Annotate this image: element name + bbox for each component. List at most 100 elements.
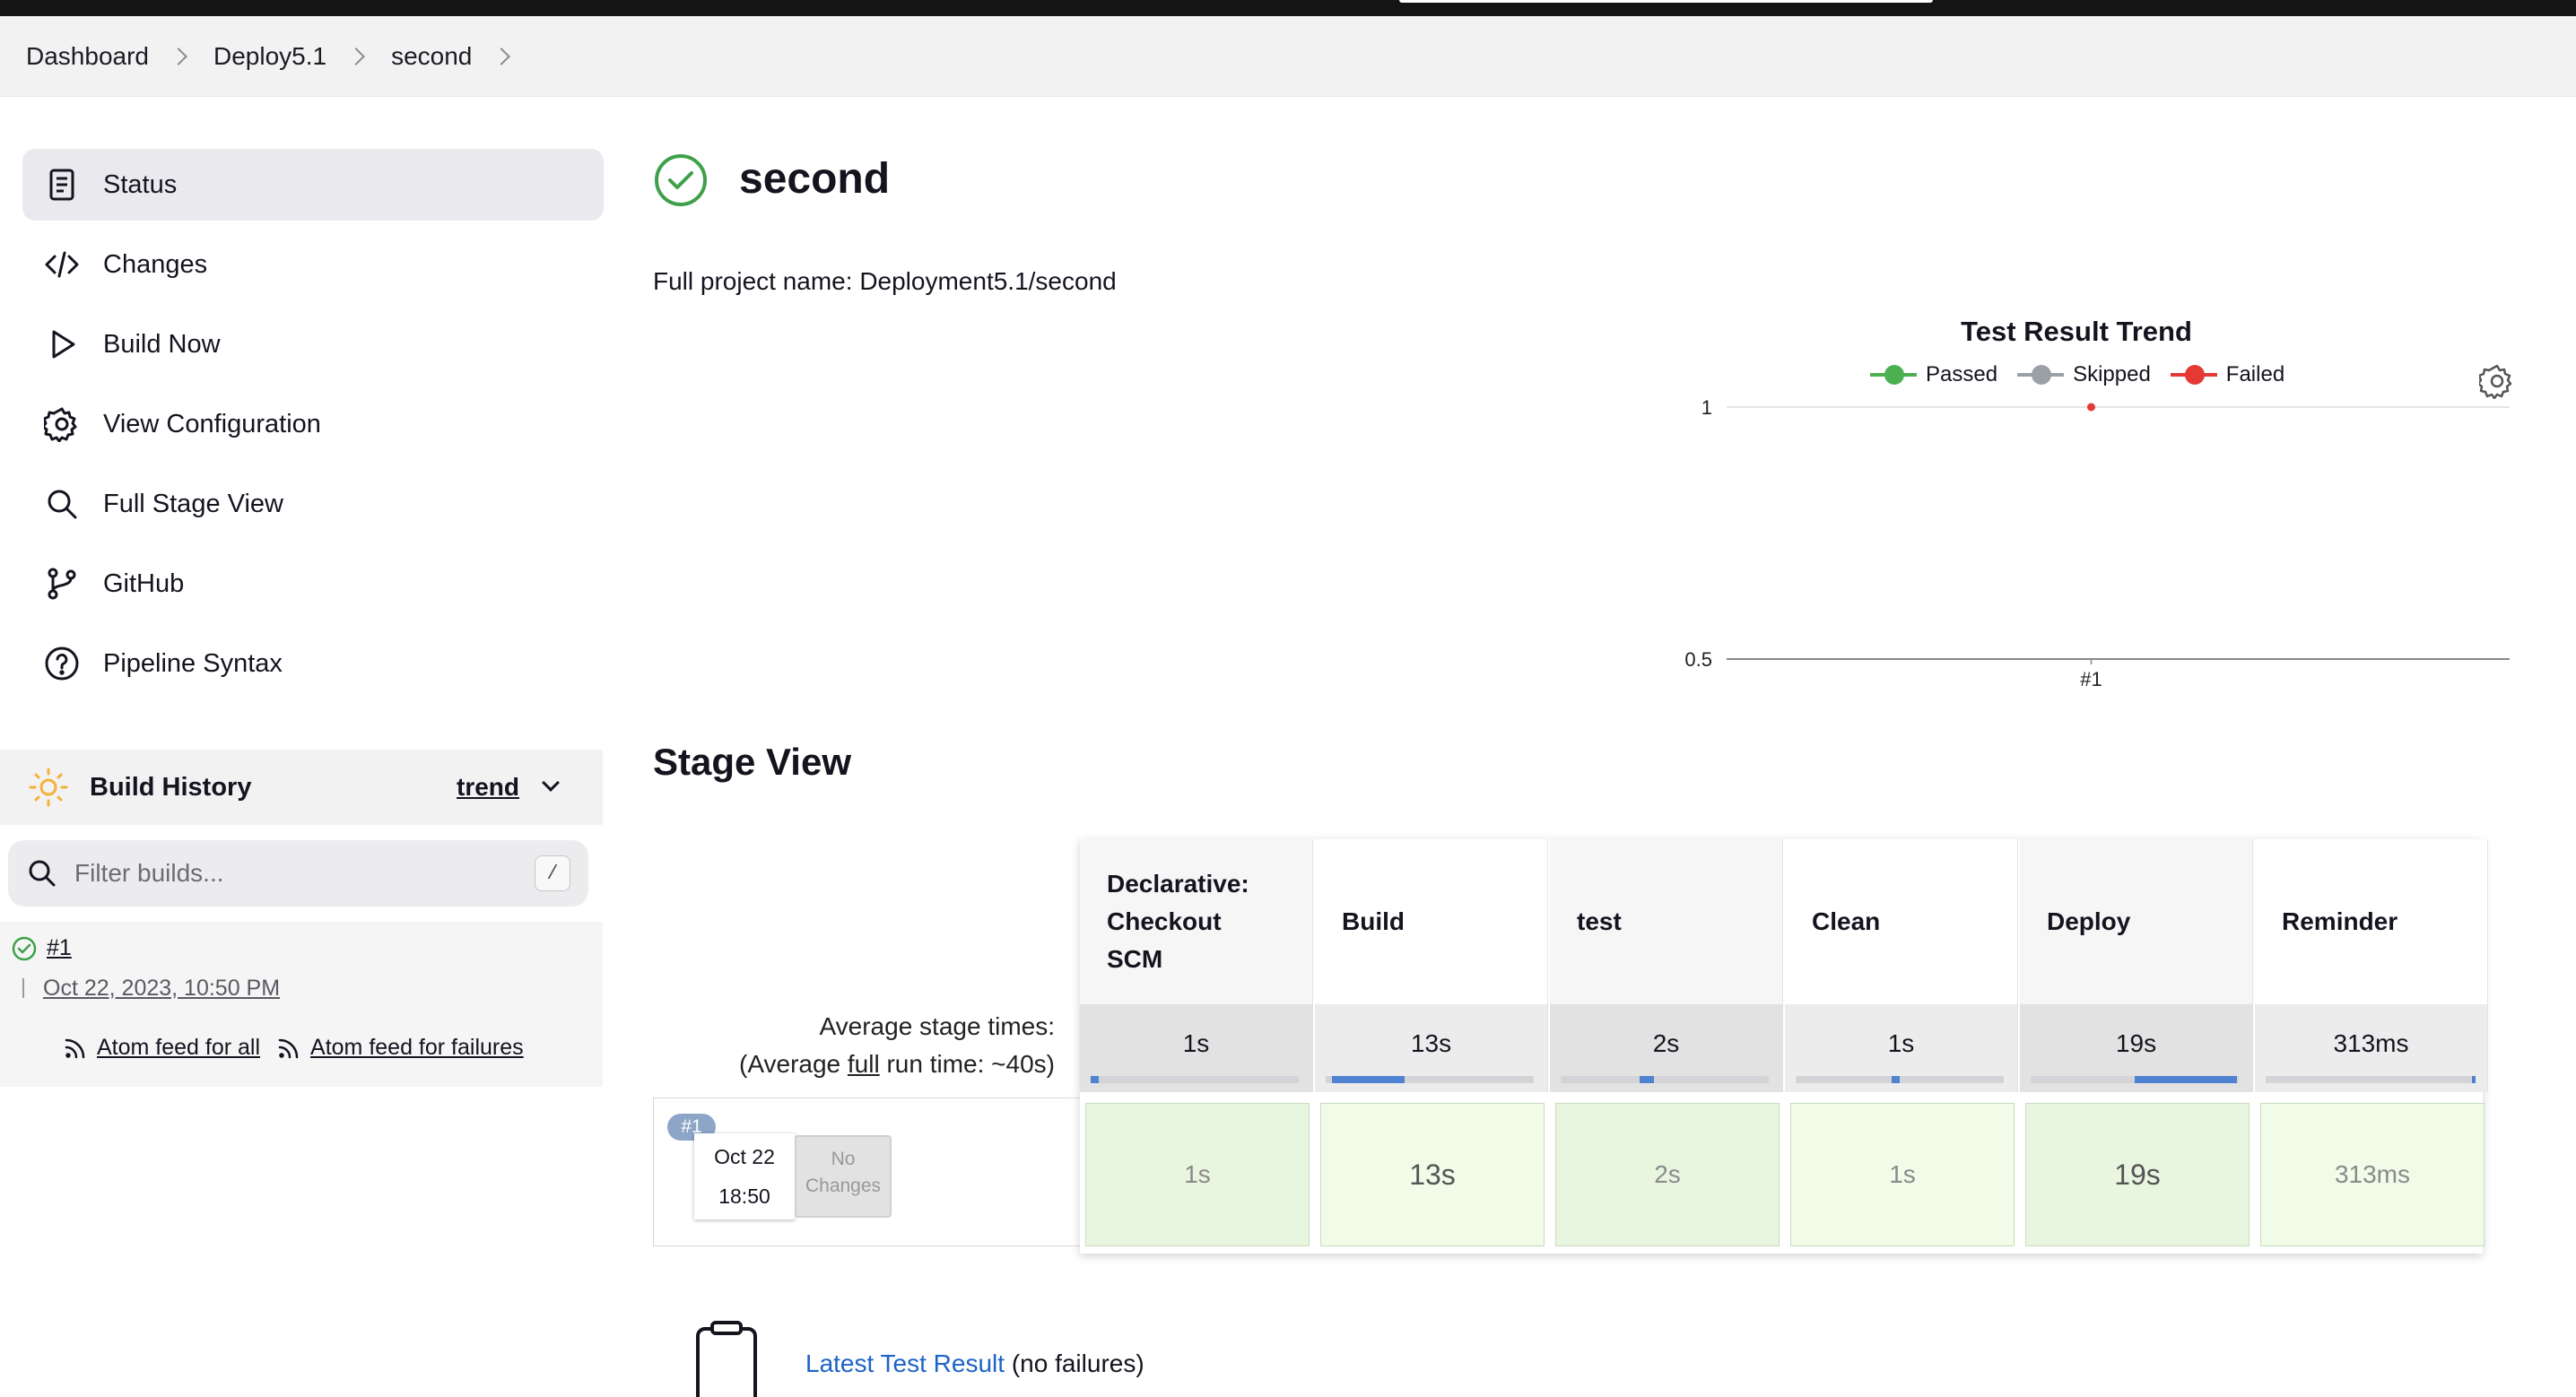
success-check-icon bbox=[12, 936, 37, 961]
chevron-right-icon[interactable] bbox=[170, 48, 187, 65]
stage-header: Build bbox=[1315, 839, 1548, 1004]
filter-builds-input[interactable] bbox=[74, 859, 505, 888]
breadcrumb-dashboard[interactable]: Dashboard bbox=[26, 42, 149, 71]
stage-average-time: 13s bbox=[1315, 1004, 1548, 1092]
breadcrumb-second[interactable]: second bbox=[391, 42, 472, 71]
stage-time-bar bbox=[2031, 1076, 2239, 1083]
chevron-right-icon[interactable] bbox=[347, 48, 365, 65]
git-branch-icon bbox=[42, 564, 82, 603]
legend-item-passed[interactable]: Passed bbox=[1870, 362, 1997, 387]
build-date-link[interactable]: Oct 22, 2023, 10:50 PM bbox=[43, 976, 280, 1002]
stage-header: Clean bbox=[1785, 839, 2018, 1004]
trend-link[interactable]: trend bbox=[457, 773, 519, 802]
help-circle-icon bbox=[42, 644, 82, 683]
sidebar-item-build-now[interactable]: Build Now bbox=[22, 308, 604, 380]
stage-header: Declarative: Checkout SCM bbox=[1080, 839, 1313, 1004]
sidebar-item-label: View Configuration bbox=[103, 409, 321, 438]
run-date-time: 18:50 bbox=[718, 1184, 770, 1208]
avg-label-line2: (Average full run time: ~40s) bbox=[653, 1046, 1055, 1083]
full-run-link[interactable]: full bbox=[848, 1050, 880, 1078]
stage-average-value: 19s bbox=[2115, 1029, 2157, 1057]
sidebar-item-changes[interactable]: Changes bbox=[22, 229, 604, 300]
chevron-down-icon[interactable] bbox=[542, 774, 560, 792]
search-icon bbox=[29, 860, 56, 887]
atom-feed-failures-link[interactable]: Atom feed for failures bbox=[276, 1035, 524, 1061]
stage-average-value: 1s bbox=[1182, 1029, 1210, 1057]
sidebar-item-label: Status bbox=[103, 169, 178, 199]
sidebar-item-full-stage-view[interactable]: Full Stage View bbox=[22, 468, 604, 540]
stage-average-value: 2s bbox=[1652, 1029, 1680, 1057]
atom-feed-all-link[interactable]: Atom feed for all bbox=[63, 1035, 260, 1061]
chart-legend: Passed Skipped Failed bbox=[1870, 362, 2304, 387]
atom-feed-failures-label: Atom feed for failures bbox=[310, 1035, 524, 1060]
filter-builds: / bbox=[8, 840, 588, 907]
stage-time-bar-fill bbox=[1331, 1076, 1405, 1083]
stage-time-bar-fill bbox=[1091, 1076, 1100, 1083]
run-date: Oct 22 18:50 bbox=[694, 1133, 795, 1219]
stage-header-label: test bbox=[1577, 907, 1622, 935]
legend-swatch bbox=[2170, 365, 2217, 385]
stage-time-bar-fill bbox=[2471, 1076, 2476, 1083]
clipboard-icon bbox=[696, 1321, 757, 1397]
atom-feeds: Atom feed for all Atom feed for failures bbox=[63, 1035, 540, 1061]
chart-title: Test Result Trend bbox=[1961, 316, 2192, 347]
stage-run-cell[interactable]: 13s bbox=[1320, 1103, 1545, 1246]
stage-run-cell[interactable]: 2s bbox=[1555, 1103, 1780, 1246]
stage-average-value: 13s bbox=[1410, 1029, 1452, 1057]
stage-header: Reminder bbox=[2255, 839, 2488, 1004]
stage-header-label: Reminder bbox=[2282, 907, 2398, 935]
stage-run-cell[interactable]: 19s bbox=[2025, 1103, 2250, 1246]
sidebar-item-view-configuration[interactable]: View Configuration bbox=[22, 388, 604, 460]
legend-item-skipped[interactable]: Skipped bbox=[2017, 362, 2151, 387]
stage-header-label: Build bbox=[1342, 907, 1405, 935]
sidebar-item-github[interactable]: GitHub bbox=[22, 548, 604, 620]
test-result-trend-chart: 1 0.5 #1 bbox=[1684, 396, 2510, 690]
latest-test-result-link[interactable]: Latest Test Result bbox=[805, 1349, 1005, 1377]
chevron-right-icon[interactable] bbox=[492, 48, 511, 65]
stage-time-bar bbox=[1561, 1076, 1769, 1083]
stage-run-cell[interactable]: 1s bbox=[1790, 1103, 2015, 1246]
sun-icon bbox=[29, 768, 68, 807]
legend-label: Skipped bbox=[2073, 362, 2151, 386]
x-tick-label: #1 bbox=[2080, 668, 2102, 690]
stage-header: test bbox=[1550, 839, 1783, 1004]
build-timeline-bar bbox=[22, 978, 24, 998]
play-icon bbox=[42, 325, 82, 364]
sidebar-item-label: GitHub bbox=[103, 568, 185, 598]
legend-swatch bbox=[2017, 365, 2065, 385]
rss-icon bbox=[278, 1038, 299, 1058]
sidebar-item-label: Build Now bbox=[103, 329, 221, 359]
keyboard-shortcut-hint: / bbox=[535, 855, 570, 891]
legend-item-failed[interactable]: Failed bbox=[2170, 362, 2284, 387]
atom-feed-all-label: Atom feed for all bbox=[97, 1035, 261, 1060]
address-pill bbox=[1399, 0, 1933, 3]
legend-swatch bbox=[1870, 365, 1917, 385]
stage-average-time: 1s bbox=[1080, 1004, 1313, 1092]
avg-label-line1: Average stage times: bbox=[819, 1012, 1055, 1040]
stage-time-bar bbox=[1796, 1076, 2004, 1083]
stage-run-cell[interactable]: 1s bbox=[1085, 1103, 1310, 1246]
stage-header-label: Deploy bbox=[2047, 907, 2131, 935]
stage-average-time: 313ms bbox=[2255, 1004, 2488, 1092]
stage-run-cell[interactable]: 313ms bbox=[2260, 1103, 2485, 1246]
data-point-failed bbox=[2087, 403, 2095, 412]
build-number-link[interactable]: #1 bbox=[47, 935, 72, 961]
sidebar-item-status[interactable]: Status bbox=[22, 149, 604, 221]
run-date-day: Oct 22 bbox=[714, 1145, 775, 1168]
build-history-header: Build History trend bbox=[0, 750, 603, 825]
legend-label: Passed bbox=[1926, 362, 1998, 386]
breadcrumb: Dashboard Deploy5.1 second bbox=[26, 16, 536, 97]
no-changes-button[interactable]: No Changes bbox=[795, 1135, 892, 1218]
avg-label-suffix: run time: ~40s) bbox=[879, 1050, 1055, 1078]
avg-label-prefix: (Average bbox=[739, 1050, 848, 1078]
sidebar-item-pipeline-syntax[interactable]: Pipeline Syntax bbox=[22, 628, 604, 699]
y-tick-label: 0.5 bbox=[1684, 648, 1712, 671]
code-icon bbox=[42, 245, 82, 284]
sidebar-item-label: Full Stage View bbox=[103, 489, 283, 518]
stage-average-time: 1s bbox=[1785, 1004, 2018, 1092]
breadcrumb-deploy[interactable]: Deploy5.1 bbox=[213, 42, 326, 71]
stage-average-time: 2s bbox=[1550, 1004, 1783, 1092]
y-tick-label: 1 bbox=[1701, 396, 1712, 419]
sidebar-item-label: Changes bbox=[103, 249, 208, 279]
stage-header-label: Clean bbox=[1812, 907, 1881, 935]
